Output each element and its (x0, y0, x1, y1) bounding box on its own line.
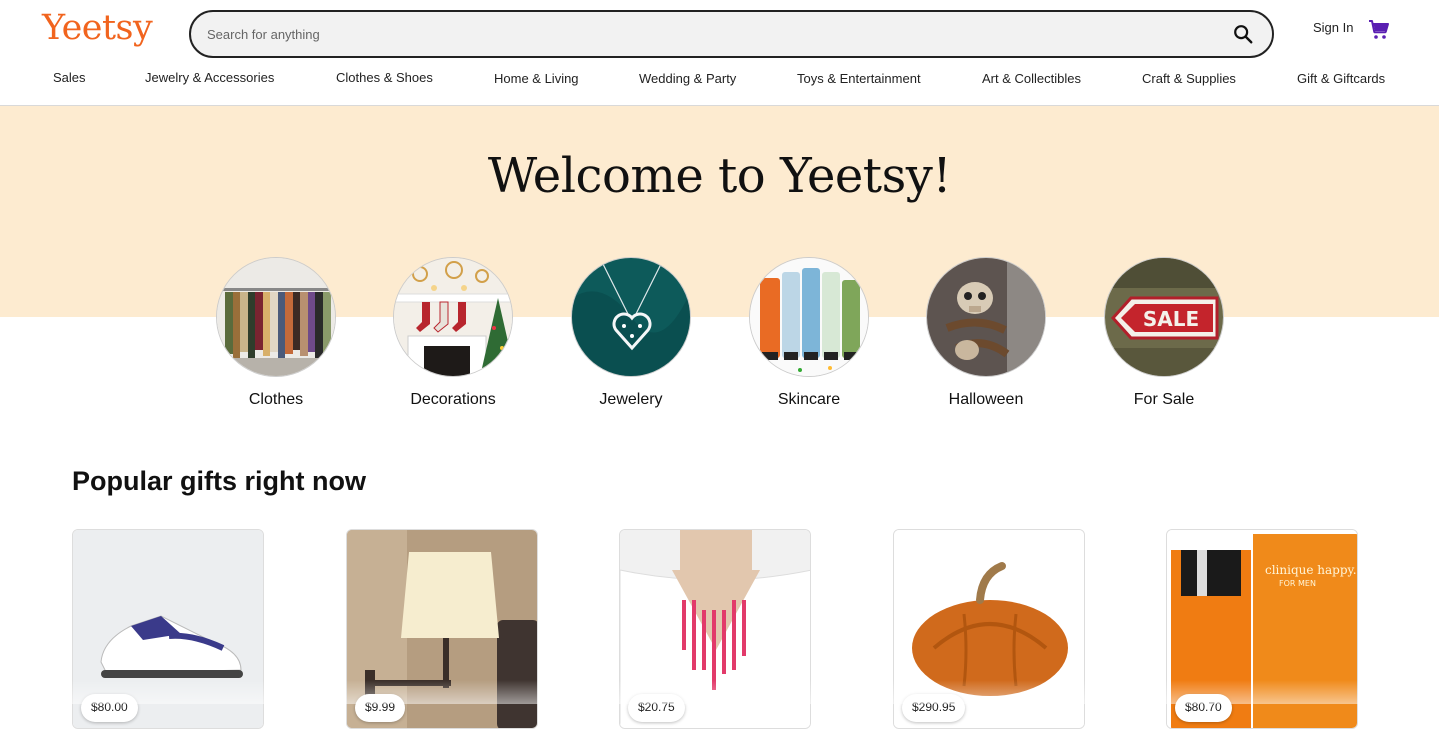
cologne-brand-sub: FOR MEN (1279, 579, 1316, 588)
search-icon[interactable] (1232, 23, 1254, 45)
bottom-fade (0, 680, 1439, 704)
category-for-sale[interactable]: SALE For Sale (1094, 257, 1234, 409)
cologne-brand-text: clinique happy. (1265, 563, 1357, 577)
clothes-rack-image[interactable] (216, 257, 336, 377)
site-header: Yeetsy Sign In Sales Jewelry & Accessori… (0, 0, 1439, 106)
nav-jewelry-accessories[interactable]: Jewelry & Accessories (145, 70, 274, 85)
search-bar[interactable] (189, 10, 1274, 58)
category-label: Jewelery (599, 391, 663, 408)
heart-necklace-image[interactable] (571, 257, 691, 377)
search-input[interactable] (205, 22, 1205, 46)
nav-wedding-party[interactable]: Wedding & Party (639, 71, 736, 86)
category-label: Decorations (410, 391, 496, 408)
fireplace-stockings-image[interactable] (393, 257, 513, 377)
category-clothes[interactable]: Clothes (206, 257, 346, 409)
nav-gift-giftcards[interactable]: Gift & Giftcards (1297, 71, 1385, 86)
sale-sign-image[interactable]: SALE (1104, 257, 1224, 377)
nav-clothes-shoes[interactable]: Clothes & Shoes (336, 70, 433, 85)
category-label: Clothes (248, 391, 304, 408)
nav-toys-entertainment[interactable]: Toys & Entertainment (797, 71, 921, 86)
category-decorations[interactable]: Decorations (383, 257, 523, 409)
nav-art-collectibles[interactable]: Art & Collectibles (982, 71, 1081, 86)
nav-sales[interactable]: Sales (53, 70, 86, 85)
category-skincare[interactable]: Skincare (739, 257, 879, 409)
category-label: Skincare (777, 391, 841, 408)
nav-craft-supplies[interactable]: Craft & Supplies (1142, 71, 1236, 86)
nav-home-living[interactable]: Home & Living (494, 71, 579, 86)
welcome-title: Welcome to Yeetsy! (487, 148, 952, 204)
site-logo[interactable]: Yeetsy (42, 8, 153, 48)
cart-icon[interactable] (1367, 18, 1391, 42)
category-halloween[interactable]: Halloween (916, 257, 1056, 409)
sign-in-link[interactable]: Sign In (1313, 20, 1353, 35)
popular-gifts-title: Popular gifts right now (72, 466, 366, 496)
skincare-tubes-image[interactable] (749, 257, 869, 377)
category-label: For Sale (1133, 391, 1195, 408)
sale-sign-text: SALE (1143, 307, 1199, 331)
skull-decoration-image[interactable] (926, 257, 1046, 377)
category-jewelery[interactable]: Jewelery (561, 257, 701, 409)
category-label: Halloween (948, 391, 1024, 408)
category-nav: Sales Jewelry & Accessories Clothes & Sh… (0, 70, 1439, 92)
